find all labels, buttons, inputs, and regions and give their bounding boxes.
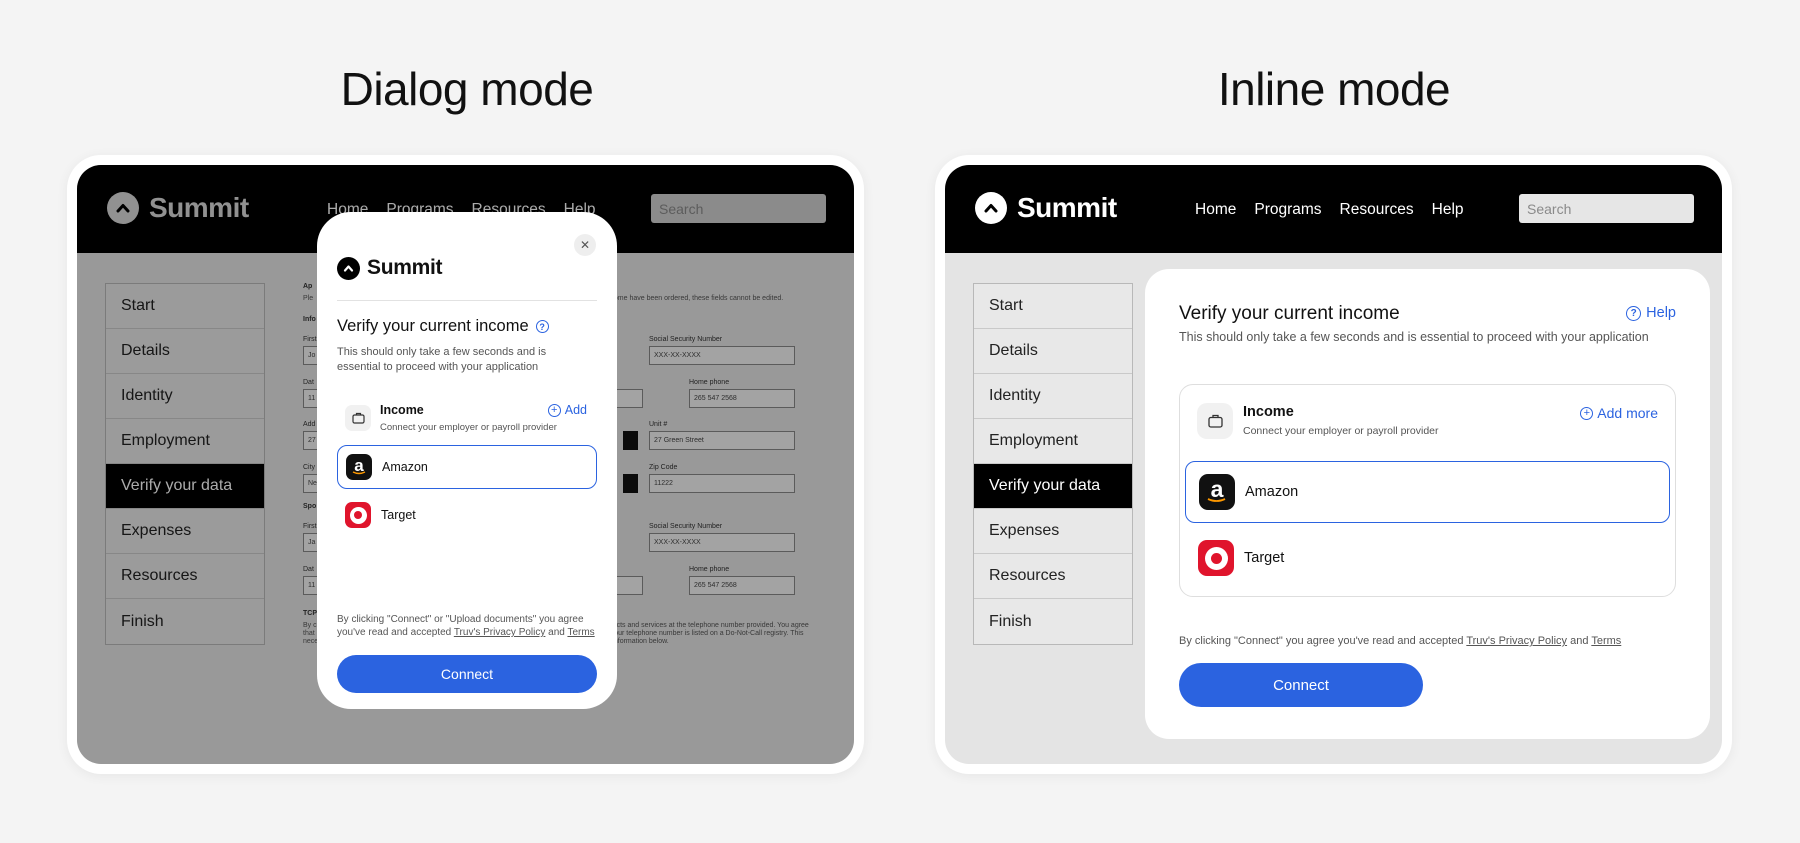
employer-name: Target [1244, 550, 1285, 566]
consent-and: and [1567, 635, 1592, 647]
nav-link-help[interactable]: Help [1432, 201, 1464, 219]
dialog-subtitle: This should only take a few seconds and … [337, 346, 547, 373]
income-dialog: ✕ Summit Verify your current income ? Th… [317, 212, 617, 709]
employer-name: Amazon [382, 460, 428, 474]
add-more-button[interactable]: + Add more [1580, 405, 1658, 421]
consent-text: By clicking "Connect" or "Upload documen… [337, 613, 602, 639]
sidebar-item-verify-your-data[interactable]: Verify your data [974, 464, 1132, 509]
inline-mode-frame: Summit Home Programs Resources Help Star… [935, 155, 1732, 774]
employer-item-amazon[interactable]: a Amazon [1185, 461, 1670, 523]
nav-links: Home Programs Resources Help [1195, 201, 1464, 219]
inline-mode-title: Inline mode [1217, 63, 1451, 115]
sidebar-item-details[interactable]: Details [974, 329, 1132, 374]
dialog-title: Verify your current income ? [337, 317, 549, 336]
sidebar-item-finish[interactable]: Finish [974, 599, 1132, 644]
add-more-label: Add more [1597, 405, 1658, 421]
income-label: Income [380, 403, 424, 417]
employer-item-amazon[interactable]: a Amazon [337, 445, 597, 489]
employer-item-target[interactable]: Target [1185, 528, 1670, 588]
help-icon: ? [1626, 305, 1642, 321]
dialog-brand: Summit [337, 256, 443, 280]
sidebar-item-employment[interactable]: Employment [974, 419, 1132, 464]
inline-income-card: Verify your current income ? Help This s… [1145, 269, 1710, 739]
help-label: Help [1646, 305, 1676, 321]
plus-icon: + [547, 403, 561, 417]
chevron-up-icon [975, 192, 1007, 224]
employer-name: Amazon [1245, 484, 1299, 500]
brand-name: Summit [1017, 192, 1117, 223]
target-logo-icon [1198, 540, 1234, 576]
target-logo-dot [354, 511, 362, 519]
connect-button[interactable]: Connect [1179, 663, 1423, 707]
sidebar-item-resources[interactable]: Resources [974, 554, 1132, 599]
target-logo-dot [1210, 552, 1222, 564]
chevron-up-icon [337, 256, 360, 280]
nav-link-programs[interactable]: Programs [1254, 201, 1321, 219]
consent-and: and [545, 627, 568, 638]
sidebar-item-expenses[interactable]: Expenses [974, 509, 1132, 554]
close-icon[interactable]: ✕ [574, 234, 596, 256]
dialog-brand-name: Summit [367, 256, 443, 279]
income-section: Income Connect your employer or payroll … [1197, 403, 1658, 443]
plus-icon: + [1580, 406, 1594, 420]
income-subtitle: Connect your employer or payroll provide… [1243, 425, 1439, 437]
employer-item-target[interactable]: Target [337, 495, 597, 535]
privacy-policy-link[interactable]: Truv's Privacy Policy [1466, 635, 1567, 647]
connect-button[interactable]: Connect [337, 655, 597, 693]
consent-prefix: By clicking "Connect" you agree you've r… [1179, 635, 1467, 647]
add-employer-button[interactable]: + Add [547, 403, 587, 417]
privacy-policy-link[interactable]: Truv's Privacy Policy [454, 627, 546, 638]
divider [337, 300, 597, 301]
employer-name: Target [381, 508, 416, 522]
dialog-title-text: Verify your current income [337, 317, 529, 335]
nav-link-home[interactable]: Home [1195, 201, 1236, 219]
briefcase-icon [345, 405, 371, 431]
navbar: Summit Home Programs Resources Help [945, 165, 1722, 253]
sidebar: Start Details Identity Employment Verify… [973, 283, 1133, 645]
amazon-logo-icon: a [346, 454, 372, 480]
sidebar-item-identity[interactable]: Identity [974, 374, 1132, 419]
income-section: Income Connect your employer or payroll … [337, 401, 597, 441]
dialog-mode-frame: Summit Home Programs Resources Help Star… [67, 155, 864, 774]
card-subtitle: This should only take a few seconds and … [1179, 330, 1649, 344]
brand-logo[interactable]: Summit [975, 192, 1117, 224]
income-label: Income [1243, 404, 1294, 420]
sidebar-item-start[interactable]: Start [974, 284, 1132, 329]
terms-link[interactable]: Terms [567, 627, 594, 638]
help-icon[interactable]: ? [535, 320, 549, 333]
help-link[interactable]: ? Help [1626, 305, 1676, 321]
nav-link-resources[interactable]: Resources [1340, 201, 1414, 219]
income-panel: Income Connect your employer or payroll … [1179, 384, 1676, 597]
target-logo-icon [345, 502, 371, 528]
dialog-mode-screen: Summit Home Programs Resources Help Star… [77, 165, 854, 764]
target-logo-ring [1204, 546, 1228, 570]
amazon-logo-icon: a [1199, 474, 1235, 510]
card-title: Verify your current income [1179, 303, 1400, 324]
income-subtitle: Connect your employer or payroll provide… [380, 422, 557, 433]
consent-text: By clicking "Connect" you agree you've r… [1179, 635, 1621, 647]
briefcase-icon [1197, 403, 1233, 439]
terms-link[interactable]: Terms [1591, 635, 1621, 647]
target-logo-ring [349, 506, 367, 524]
add-label: Add [564, 403, 587, 417]
dialog-mode-title: Dialog mode [340, 63, 594, 115]
search-input[interactable] [1519, 194, 1694, 223]
inline-mode-screen: Summit Home Programs Resources Help Star… [945, 165, 1722, 764]
